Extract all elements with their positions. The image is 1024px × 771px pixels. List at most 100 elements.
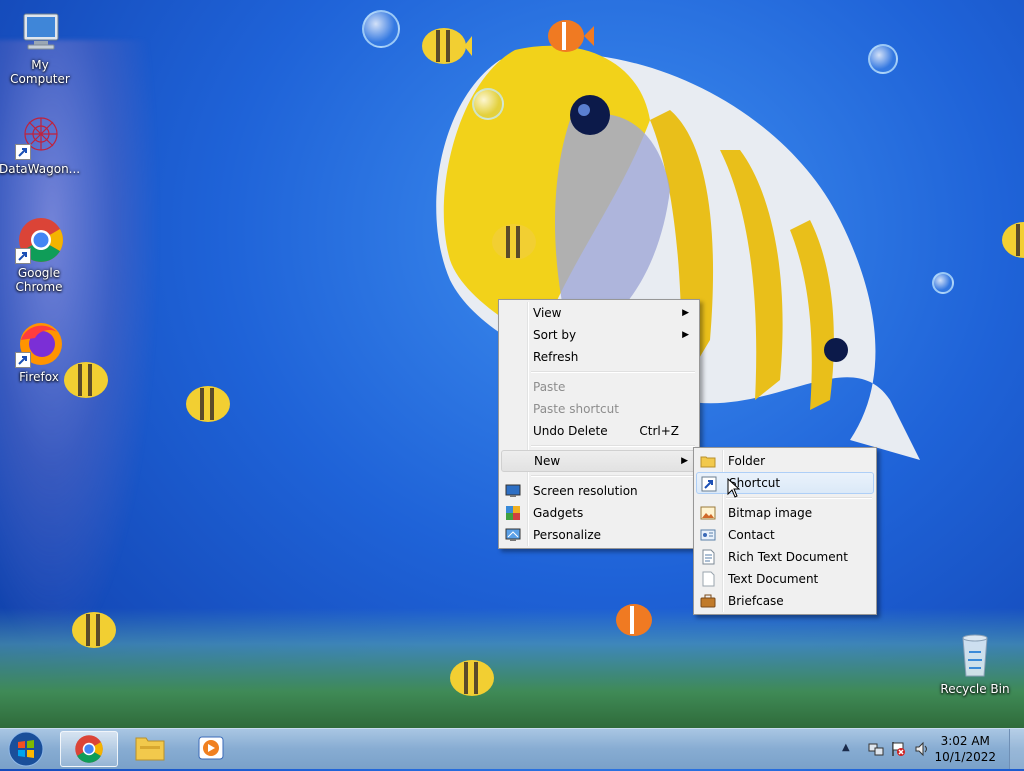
shortcut-icon — [701, 476, 717, 492]
taskbar-clock[interactable]: 3:02 AM 10/1/2022 — [934, 733, 996, 765]
small-fish-image — [450, 660, 494, 696]
menu-item-label: Bitmap image — [728, 506, 813, 520]
menu-item-new-briefcase[interactable]: Briefcase — [696, 590, 874, 612]
text-document-icon — [700, 571, 716, 587]
seagrass-decoration — [0, 608, 1024, 728]
menu-separator — [726, 497, 872, 499]
monitor-icon — [505, 483, 521, 499]
contact-card-icon — [700, 527, 716, 543]
menu-item-label: Briefcase — [728, 594, 784, 608]
firefox-icon — [15, 320, 63, 368]
desktop-context-menu: View ▶ Sort by ▶ Refresh Paste Paste sho… — [498, 299, 700, 549]
menu-item-label: Screen resolution — [533, 484, 638, 498]
menu-item-label: Paste — [533, 380, 566, 394]
computer-icon — [16, 8, 64, 56]
bubble — [932, 272, 954, 294]
folder-icon — [135, 737, 165, 761]
small-fish-image — [422, 28, 472, 64]
taskbar-media-player-button[interactable] — [182, 731, 238, 765]
folder-icon — [700, 453, 716, 469]
desktop-icon-firefox[interactable]: Firefox — [0, 320, 79, 384]
clock-time: 3:02 AM — [940, 734, 990, 748]
menu-item-label: Gadgets — [533, 506, 584, 520]
recycle-bin-icon — [951, 632, 999, 680]
taskbar: ▲ 3:02 AM 10/1/2022 — [0, 728, 1024, 769]
menu-item-screen-resolution[interactable]: Screen resolution — [501, 480, 697, 502]
gadgets-icon — [505, 505, 521, 521]
menu-item-new-bitmap-image[interactable]: Bitmap image — [696, 502, 874, 524]
media-player-icon — [198, 736, 224, 760]
desktop-icon-datawagon[interactable]: DataWagon... — [0, 112, 81, 176]
clock-date: 10/1/2022 — [934, 750, 996, 764]
shortcut-arrow-icon — [15, 144, 31, 160]
menu-item-personalize[interactable]: Personalize — [501, 524, 697, 546]
menu-item-label: View — [533, 306, 562, 320]
menu-item-label: Personalize — [533, 528, 602, 542]
bubble — [362, 10, 400, 48]
menu-item-label: Paste shortcut — [533, 402, 619, 416]
show-desktop-button[interactable] — [1009, 729, 1024, 769]
small-fish-image — [72, 612, 116, 648]
menu-item-new-text-document[interactable]: Text Document — [696, 568, 874, 590]
bubble — [472, 88, 504, 120]
small-fish-image — [548, 20, 594, 52]
bitmap-image-icon — [700, 505, 716, 521]
desktop-icon-label: DataWagon... — [0, 162, 81, 176]
network-icon[interactable] — [868, 741, 884, 757]
datawagon-icon — [15, 112, 63, 160]
menu-separator — [531, 371, 695, 373]
menu-separator — [531, 475, 695, 477]
chrome-icon — [15, 216, 63, 264]
small-fish-image — [186, 386, 230, 422]
menu-item-label: Sort by — [533, 328, 577, 342]
menu-item-paste[interactable]: Paste — [501, 376, 697, 398]
shortcut-arrow-icon — [15, 248, 31, 264]
menu-item-label: Folder — [728, 454, 766, 468]
rich-text-document-icon — [700, 549, 716, 565]
menu-item-gadgets[interactable]: Gadgets — [501, 502, 697, 524]
menu-item-refresh[interactable]: Refresh — [501, 346, 697, 368]
menu-item-new-contact[interactable]: Contact — [696, 524, 874, 546]
desktop-icon-label: Google Chrome — [15, 266, 63, 294]
action-center-flag-icon[interactable] — [890, 741, 906, 757]
menu-item-new-rich-text-document[interactable]: Rich Text Document — [696, 546, 874, 568]
menu-item-label: Undo Delete — [533, 424, 608, 438]
menu-item-label: Rich Text Document — [728, 550, 848, 564]
menu-item-paste-shortcut[interactable]: Paste shortcut — [501, 398, 697, 420]
new-submenu: Folder Shortcut Bitmap image Contact Ric… — [693, 447, 877, 615]
small-fish-image — [1002, 222, 1024, 258]
briefcase-icon — [700, 593, 716, 609]
menu-item-label: Contact — [728, 528, 775, 542]
menu-item-sort-by[interactable]: Sort by ▶ — [501, 324, 697, 346]
menu-item-label: Refresh — [533, 350, 579, 364]
desktop-icon-recycle-bin[interactable]: Recycle Bin — [935, 632, 1015, 696]
desktop-icon-label: Recycle Bin — [940, 682, 1010, 696]
menu-item-new-shortcut[interactable]: Shortcut — [696, 472, 874, 494]
desktop-icon-label: Firefox — [19, 370, 59, 384]
menu-item-view[interactable]: View ▶ — [501, 302, 697, 324]
system-tray: ▲ 3:02 AM 10/1/2022 — [824, 729, 1024, 769]
keyboard-shortcut: Ctrl+Z — [639, 424, 679, 438]
menu-item-undo-delete[interactable]: Undo Delete Ctrl+Z — [501, 420, 697, 442]
chrome-icon — [75, 735, 103, 763]
personalize-icon — [505, 527, 521, 543]
show-hidden-icons-chevron-icon[interactable]: ▲ — [842, 742, 858, 758]
desktop-icon-google-chrome[interactable]: Google Chrome — [0, 216, 79, 294]
submenu-arrow-icon: ▶ — [681, 456, 688, 466]
menu-item-label: New — [534, 454, 561, 468]
submenu-arrow-icon: ▶ — [682, 330, 689, 340]
desktop-icon-label: My Computer — [10, 58, 70, 86]
desktop-icon-my-computer[interactable]: My Computer — [0, 8, 80, 86]
menu-separator — [531, 445, 695, 447]
volume-icon[interactable] — [914, 741, 930, 757]
menu-item-new[interactable]: New ▶ — [501, 450, 697, 472]
small-fish-image — [616, 604, 652, 636]
small-fish-image — [492, 224, 536, 260]
bubble — [868, 44, 898, 74]
taskbar-chrome-button[interactable] — [60, 731, 118, 767]
menu-item-label: Text Document — [728, 572, 819, 586]
shortcut-arrow-icon — [15, 352, 31, 368]
start-button[interactable] — [6, 730, 46, 768]
taskbar-file-explorer-button[interactable] — [122, 731, 178, 765]
menu-item-new-folder[interactable]: Folder — [696, 450, 874, 472]
